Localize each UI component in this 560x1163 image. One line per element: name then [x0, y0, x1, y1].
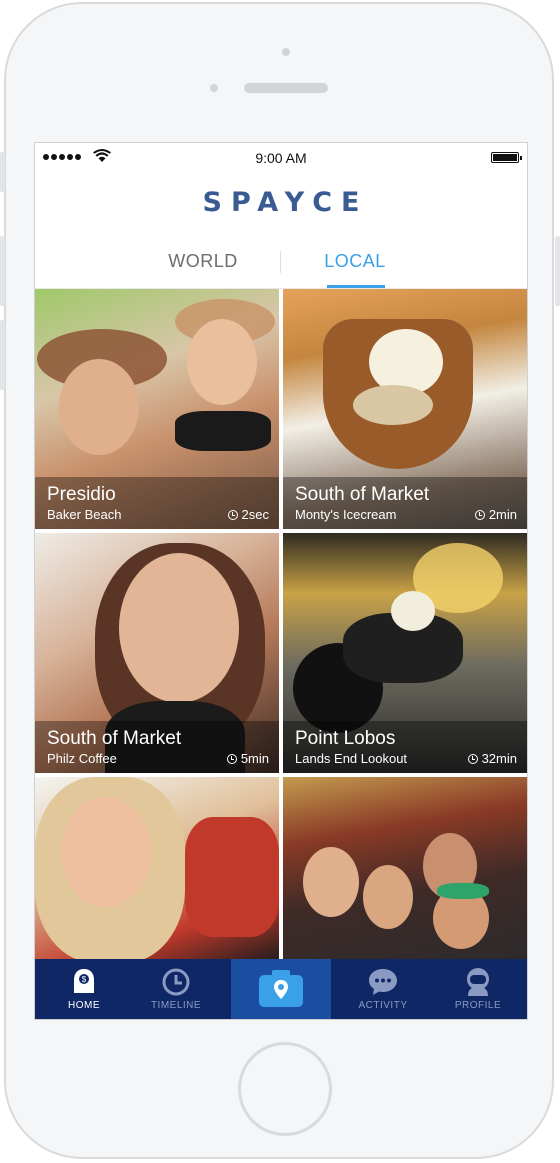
post-age: 32min — [467, 751, 517, 766]
face-shape — [187, 319, 257, 405]
top-shape — [175, 411, 271, 451]
chat-bubble-icon — [369, 969, 397, 995]
camera-icon — [259, 970, 303, 1007]
face-shape — [303, 847, 359, 917]
tab-activity-label: ACTIVITY — [358, 1000, 408, 1011]
ice-cream-scoop-shape — [353, 385, 433, 425]
clock-icon — [467, 753, 478, 764]
post-tile[interactable] — [283, 777, 527, 963]
volume-down-button — [0, 320, 5, 390]
post-photo — [35, 777, 279, 963]
post-photo — [283, 777, 527, 963]
post-place: South of Market — [295, 484, 430, 505]
pillow-shape — [185, 817, 279, 937]
app-screen: 9:00 AM SPAYCE WORLD LOCAL Presidio Bake… — [34, 142, 528, 1020]
face-shape — [119, 553, 239, 703]
post-age-text: 32min — [481, 751, 517, 766]
feed-tabs: WORLD LOCAL — [35, 243, 527, 289]
face-shape — [363, 865, 413, 929]
post-place: Point Lobos — [295, 728, 396, 749]
tab-profile-label: PROFILE — [454, 1000, 502, 1011]
post-age-text: 2sec — [241, 507, 269, 522]
tab-timeline[interactable]: TIMELINE — [127, 959, 225, 1019]
battery-icon — [491, 152, 522, 163]
status-bar: 9:00 AM — [35, 143, 527, 173]
tab-world[interactable]: WORLD — [155, 251, 251, 272]
camera-button[interactable] — [231, 959, 331, 1019]
astronaut-icon — [467, 968, 489, 996]
post-venue: Baker Beach — [47, 507, 122, 522]
post-age: 5min — [226, 751, 269, 766]
clock-icon — [162, 968, 190, 996]
helmet-shape — [391, 591, 435, 631]
svg-text:$: $ — [82, 975, 87, 984]
face-shape — [61, 797, 151, 907]
post-age-text: 2min — [488, 507, 517, 522]
tab-selected-indicator — [327, 285, 385, 288]
post-venue: Lands End Lookout — [295, 751, 408, 766]
face-shape — [59, 359, 139, 455]
clock-icon — [226, 753, 237, 764]
post-place: South of Market — [47, 728, 182, 749]
clock-icon — [474, 509, 485, 520]
clock-icon — [227, 509, 238, 520]
status-time: 9:00 AM — [255, 150, 307, 166]
post-venue: Philz Coffee — [47, 751, 117, 766]
earpiece-speaker — [244, 83, 328, 93]
home-button[interactable] — [238, 1042, 332, 1136]
tab-activity[interactable]: ACTIVITY — [334, 959, 432, 1019]
tab-local[interactable]: LOCAL — [321, 251, 389, 272]
post-age: 2sec — [227, 507, 269, 522]
volume-up-button — [0, 236, 5, 306]
bandana-shape — [437, 883, 489, 899]
post-venue: Monty's Icecream — [295, 507, 397, 522]
post-tile[interactable]: Presidio Baker Beach 2sec — [35, 289, 279, 529]
power-button — [555, 236, 560, 306]
post-tile[interactable]: South of Market Philz Coffee 5min — [35, 533, 279, 773]
post-age: 2min — [474, 507, 517, 522]
post-place: Presidio — [47, 484, 116, 505]
post-tile[interactable]: South of Market Monty's Icecream 2min — [283, 289, 527, 529]
tab-home-label: HOME — [68, 1000, 100, 1011]
front-camera — [282, 48, 290, 56]
home-ghost-icon: $ — [74, 969, 94, 993]
post-tile[interactable]: Point Lobos Lands End Lookout 32min — [283, 533, 527, 773]
tab-profile[interactable]: PROFILE — [429, 959, 527, 1019]
tab-home[interactable]: $ HOME — [35, 959, 133, 1019]
tab-timeline-label: TIMELINE — [150, 1000, 202, 1011]
tab-divider — [280, 251, 281, 273]
proximity-sensor — [210, 84, 218, 92]
bottom-tab-bar: $ HOME TIMELINE ACTIVITY PROFILE — [35, 959, 527, 1019]
post-age-text: 5min — [240, 751, 269, 766]
mute-switch — [0, 152, 5, 192]
post-tile[interactable] — [35, 777, 279, 963]
app-logo: SPAYCE — [202, 187, 369, 218]
